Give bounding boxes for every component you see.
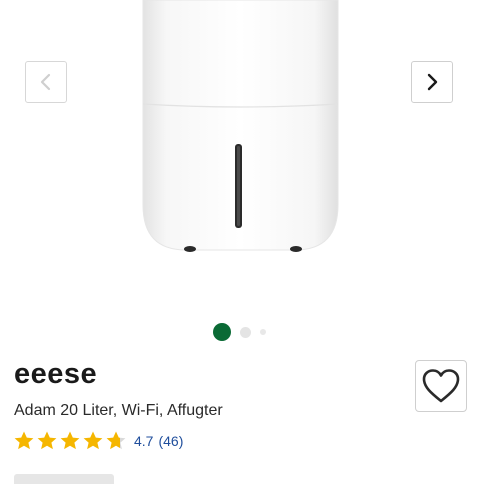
product-brand[interactable]: eeese: [14, 358, 97, 391]
rating-value: 4.7: [134, 433, 154, 449]
chevron-left-icon: [40, 73, 51, 91]
product-rating[interactable]: 4.7 (46): [13, 430, 183, 452]
carousel-dot-1-active[interactable]: [213, 323, 231, 341]
star-full-icon: [83, 431, 103, 450]
product-badge: [14, 474, 114, 484]
product-image-gallery[interactable]: [0, 0, 480, 350]
rating-stars: [13, 430, 128, 452]
dehumidifier-product-image: [142, 0, 339, 252]
star-full-icon: [14, 431, 34, 450]
chevron-right-icon: [427, 73, 438, 91]
carousel-pagination: [0, 322, 480, 342]
star-partial-icon: [106, 431, 126, 450]
carousel-dot-2[interactable]: [240, 327, 251, 338]
carousel-dot-3[interactable]: [260, 329, 266, 335]
heart-icon: [422, 369, 460, 403]
review-count-link[interactable]: (46): [158, 433, 183, 449]
add-to-favorites-button[interactable]: [415, 360, 467, 412]
next-image-button[interactable]: [411, 61, 453, 103]
product-title: Adam 20 Liter, Wi-Fi, Affugter: [14, 402, 223, 419]
previous-image-button[interactable]: [25, 61, 67, 103]
star-full-icon: [60, 431, 80, 450]
star-full-icon: [37, 431, 57, 450]
